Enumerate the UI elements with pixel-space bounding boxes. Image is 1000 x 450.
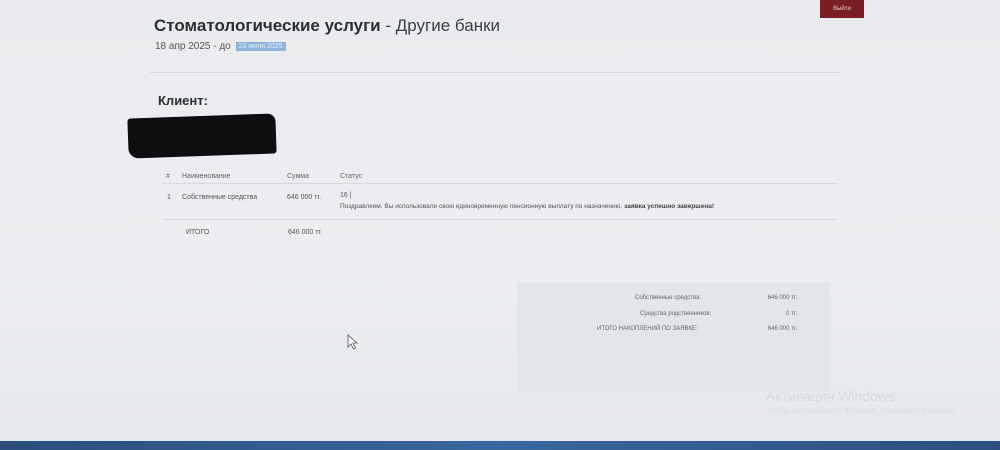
row-name: Собственные средства bbox=[182, 194, 258, 201]
summary-total-label: ИТОГО НАКОПЛЕНИЙ ПО ЗАЯВКЕ: bbox=[597, 326, 698, 332]
row-number: 1 bbox=[167, 194, 171, 201]
page-title: Стоматологические услуги - Другие банки bbox=[154, 16, 500, 36]
column-header-status: Статус bbox=[340, 173, 363, 180]
table-header: # Наименование Сумма Статус bbox=[162, 168, 838, 184]
row-status-code: 16 | bbox=[340, 192, 352, 199]
page-title-separator: - bbox=[380, 16, 396, 35]
date-prefix: 18 апр 2025 - до bbox=[155, 41, 231, 52]
column-header-name: Наименование bbox=[182, 173, 231, 180]
total-amount: 646 000 тг. bbox=[288, 229, 323, 236]
total-label: ИТОГО bbox=[186, 229, 210, 236]
column-header-amount: Сумма bbox=[287, 173, 309, 180]
windows-activation-title: Активация Windows bbox=[766, 388, 896, 404]
summary-own-value: 646 000 тг. bbox=[767, 295, 797, 301]
date-badge: 23 июня 2025 bbox=[235, 41, 286, 51]
date-range: 18 апр 2025 - до 23 июня 2025 bbox=[155, 41, 286, 52]
logout-button[interactable]: Выйти bbox=[820, 0, 864, 18]
windows-activation-text: Чтобы активировать Windows, перейдите в … bbox=[766, 406, 955, 415]
summary-relatives-label: Средства родственников: bbox=[640, 311, 712, 317]
page-title-subtitle: Другие банки bbox=[395, 16, 501, 35]
column-header-num: # bbox=[166, 173, 170, 180]
page-title-main: Стоматологические услуги bbox=[154, 16, 381, 35]
table-row: 1 Собственные средства 646 000 тг. 16 | … bbox=[162, 186, 838, 220]
status-complete: заявка успешно завершена! bbox=[624, 203, 715, 210]
header-divider bbox=[150, 72, 840, 73]
client-label: Клиент: bbox=[158, 93, 208, 108]
table-total-row: ИТОГО 646 000 тг. bbox=[162, 226, 838, 242]
summary-total-value: 646 000 тг. bbox=[767, 326, 797, 332]
taskbar bbox=[0, 441, 1000, 450]
summary-relatives-value: 0 тг. bbox=[786, 311, 797, 317]
summary-panel: Собственные средства: 646 000 тг. Средст… bbox=[517, 282, 830, 392]
row-amount: 646 000 тг. bbox=[287, 194, 322, 201]
row-status-text: Поздравляем. Вы использовали свою единов… bbox=[340, 203, 714, 210]
mouse-cursor-icon bbox=[347, 334, 359, 350]
redacted-client-name bbox=[127, 113, 277, 159]
status-message: Поздравляем. Вы использовали свою единов… bbox=[340, 203, 625, 210]
summary-own-label: Собственные средства: bbox=[635, 295, 702, 301]
